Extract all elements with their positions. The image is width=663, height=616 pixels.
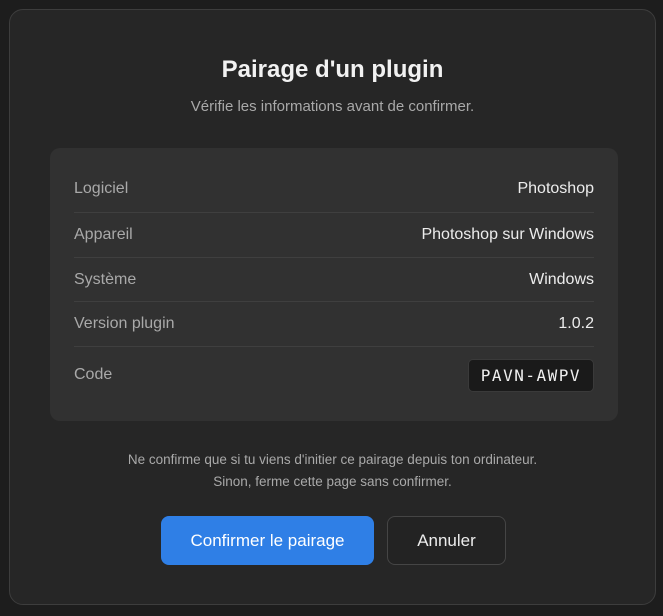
notice-line: Sinon, ferme cette page sans confirmer. [213,474,452,489]
detail-row-system: Système Windows [74,258,594,302]
detail-label: Appareil [74,226,133,243]
security-notice: Ne confirme que si tu viens d'initier ce… [10,449,655,493]
dialog-subtitle: Vérifie les informations avant de confir… [190,98,475,115]
detail-row-plugin-version: Version plugin 1.0.2 [74,302,594,346]
detail-label: Système [74,271,137,288]
confirm-pairing-button[interactable]: Confirmer le pairage [161,516,374,565]
detail-row-code: Code PAVN-AWPV [74,347,594,403]
code-label: Code [74,366,113,383]
detail-label: Version plugin [74,315,175,332]
detail-row-device: Appareil Photoshop sur Windows [74,213,594,257]
detail-row-software: Logiciel Photoshop [74,168,594,210]
detail-value: 1.0.2 [558,315,594,332]
pairing-details-card: Logiciel Photoshop Appareil Photoshop su… [50,148,618,421]
pairing-code: PAVN-AWPV [467,358,594,392]
detail-value: Photoshop sur Windows [421,226,594,243]
detail-label: Logiciel [74,180,129,197]
detail-value: Photoshop [517,180,594,197]
detail-value: Windows [529,271,594,288]
dialog-title: Pairage d'un plugin [221,56,444,83]
cancel-button[interactable]: Annuler [387,516,506,565]
notice-line: Ne confirme que si tu viens d'initier ce… [127,452,538,467]
pairing-dialog: Pairage d'un plugin Vérifie les informat… [9,9,656,605]
